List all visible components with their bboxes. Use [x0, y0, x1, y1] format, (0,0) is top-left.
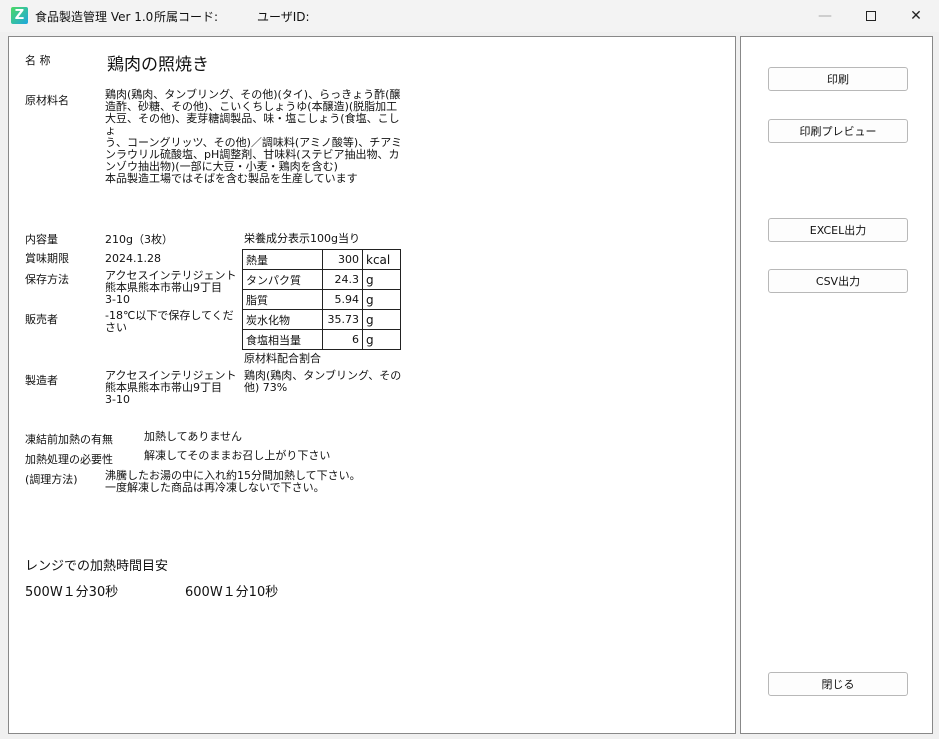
- heating-label: 加熱処理の必要性: [25, 453, 113, 466]
- table-row: 脂質 5.94 g: [242, 289, 401, 310]
- microwave-title: レンジでの加熱時間目安: [25, 559, 169, 574]
- table-row: 食塩相当量 6 g: [242, 329, 401, 350]
- prefreeze-label: 凍結前加熱の有無: [25, 433, 113, 446]
- prefreeze-value: 加熱してありません: [144, 430, 243, 443]
- csv-export-button[interactable]: CSV出力: [768, 269, 908, 293]
- nutrient-unit: kcal: [362, 249, 401, 270]
- nutrition-title: 栄養成分表示100g当り: [244, 232, 360, 245]
- expiry-label: 賞味期限: [25, 252, 69, 265]
- table-row: 炭水化物 35.73 g: [242, 309, 401, 330]
- seller-label: 販売者: [25, 313, 58, 326]
- close-button[interactable]: 閉じる: [768, 672, 908, 696]
- nutrient-name: 炭水化物: [242, 309, 323, 330]
- maker-value: アクセスインテリジェント 熊本県熊本市帯山9丁目 3-10: [105, 370, 236, 406]
- nutrient-unit: g: [362, 329, 401, 350]
- print-preview-button[interactable]: 印刷プレビュー: [768, 119, 908, 143]
- storage-value: アクセスインテリジェント 熊本県熊本市帯山9丁目 3-10: [105, 270, 236, 306]
- label-preview-panel: 名 称 鶏肉の照焼き 原材料名 鶏肉(鶏肉、タンブリング、その他)(タイ)、らっ…: [8, 36, 736, 734]
- nutrient-value: 24.3: [322, 269, 363, 290]
- ingredients-label: 原材料名: [25, 94, 69, 107]
- name-label: 名 称: [25, 54, 51, 67]
- storage-line: 3-10: [105, 293, 130, 306]
- cooking-line: 一度解凍した商品は再冷凍しないで下さい。: [105, 481, 325, 494]
- maximize-icon: [866, 11, 876, 21]
- microwave-600w: 600W１分10秒: [185, 585, 279, 600]
- ingredients-text: 鶏肉(鶏肉、タンブリング、その他)(タイ)、らっきょう酢(醸 造酢、砂糖、その他…: [105, 89, 405, 185]
- table-row: 熱量 300 kcal: [242, 249, 401, 270]
- cooking-value: 沸騰したお湯の中に入れ約15分間加熱して下さい。 一度解凍した商品は再冷凍しない…: [105, 470, 361, 494]
- ratio-value: 鶏肉(鶏肉、タンブリング、その 他) 73%: [244, 370, 401, 394]
- close-window-button[interactable]: ✕: [893, 0, 939, 32]
- print-button[interactable]: 印刷: [768, 67, 908, 91]
- ingredients-line: 本品製造工場ではそばを含む製品を生産しています: [105, 172, 358, 185]
- nutrient-value: 5.94: [322, 289, 363, 310]
- expiry-value: 2024.1.28: [105, 252, 161, 265]
- table-row: タンパク質 24.3 g: [242, 269, 401, 290]
- nutrient-unit: g: [362, 269, 401, 290]
- app-logo-icon: Z: [11, 7, 28, 24]
- ratio-line: 他) 73%: [244, 381, 288, 394]
- user-id-label: ユーザID:: [257, 10, 310, 24]
- product-name: 鶏肉の照焼き: [107, 55, 209, 75]
- nutrient-value: 300: [322, 249, 363, 270]
- nutrient-name: 熱量: [242, 249, 323, 270]
- nutrient-value: 6: [322, 329, 363, 350]
- nutrient-value: 35.73: [322, 309, 363, 330]
- dept-code-label: 所属コード:: [154, 10, 219, 24]
- seller-value: -18℃以下で保存してくだ さい: [105, 310, 234, 334]
- nutrition-table: 熱量 300 kcal タンパク質 24.3 g 脂質 5.94 g 炭水化物 …: [242, 249, 401, 350]
- cooking-label: (調理方法): [25, 473, 78, 486]
- heating-value: 解凍してそのままお召し上がり下さい: [144, 449, 331, 462]
- net-content-value: 210g（3枚）: [105, 233, 173, 246]
- net-content-label: 内容量: [25, 233, 58, 246]
- maximize-button[interactable]: [848, 0, 894, 32]
- ratio-title: 原材料配合割合: [244, 352, 321, 365]
- minimize-button[interactable]: —: [802, 0, 848, 32]
- action-panel: 印刷 印刷プレビュー EXCEL出力 CSV出力 閉じる: [740, 36, 933, 734]
- microwave-500w: 500W１分30秒: [25, 585, 119, 600]
- nutrient-name: 食塩相当量: [242, 329, 323, 350]
- storage-label: 保存方法: [25, 273, 69, 286]
- excel-export-button[interactable]: EXCEL出力: [768, 218, 908, 242]
- window-title: 食品製造管理 Ver 1.0: [35, 10, 154, 24]
- nutrient-unit: g: [362, 309, 401, 330]
- seller-line: さい: [105, 321, 127, 334]
- maker-label: 製造者: [25, 374, 58, 387]
- nutrient-name: 脂質: [242, 289, 323, 310]
- ingredients-line: 大豆、その他)、麦芽糖調製品、味・塩こしょう(食塩、こしょ: [105, 112, 400, 137]
- nutrient-name: タンパク質: [242, 269, 323, 290]
- nutrient-unit: g: [362, 289, 401, 310]
- title-bar: Z 食品製造管理 Ver 1.0 所属コード: ユーザID: — ✕: [0, 0, 939, 32]
- maker-line: 3-10: [105, 393, 130, 406]
